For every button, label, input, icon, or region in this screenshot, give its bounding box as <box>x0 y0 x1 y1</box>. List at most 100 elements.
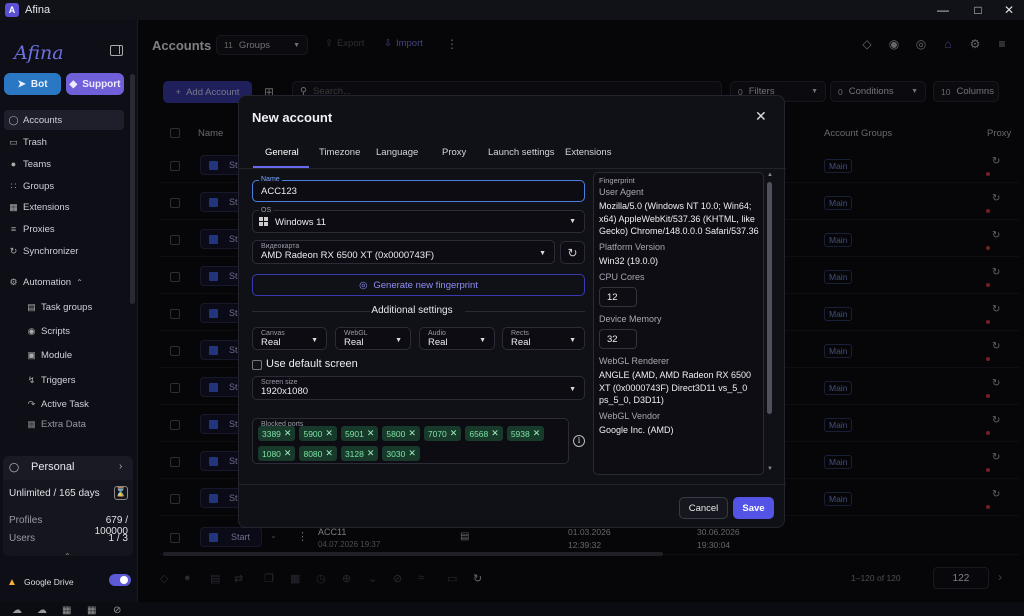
default-screen-label: Use default screen <box>266 358 358 370</box>
remove-port-icon[interactable]: ✕ <box>408 428 416 439</box>
tab-language[interactable]: Language <box>376 147 418 158</box>
remove-port-icon[interactable]: ✕ <box>284 448 292 459</box>
sidebar-item-teams[interactable]: ● Teams <box>4 154 124 174</box>
screen-size-select[interactable]: Screen size 1920x1080 ▼ <box>252 376 585 400</box>
scroll-down-icon[interactable]: ▼ <box>767 466 773 472</box>
fingerprint-icon: ◎ <box>359 279 368 291</box>
sidebar-item-triggers[interactable]: ↯ Triggers <box>22 370 124 390</box>
tab-proxy[interactable]: Proxy <box>442 147 466 158</box>
webgl-vendor-label: WebGL Vendor <box>599 411 661 421</box>
cancel-button[interactable]: Cancel <box>679 497 728 519</box>
info-icon[interactable]: i <box>573 435 585 447</box>
sidebar-scrollbar[interactable] <box>130 74 135 304</box>
tab-timezone[interactable]: Timezone <box>319 147 360 158</box>
screen-size-label: Screen size <box>261 379 298 386</box>
tab-extensions[interactable]: Extensions <box>565 147 611 158</box>
cloud-download-icon[interactable]: ☁ <box>37 605 47 616</box>
sidebar-item-active-task[interactable]: ↷ Active Task <box>22 394 124 414</box>
user-agent-value: Mozilla/5.0 (Windows NT 10.0; Win64; x64… <box>599 201 759 236</box>
fingerprint-title: Fingerprint <box>599 176 635 185</box>
remove-port-icon[interactable]: ✕ <box>284 428 292 439</box>
name-value: ACC123 <box>261 186 297 197</box>
port-chip: 1080 ✕ <box>258 446 296 461</box>
cloud-off-icon[interactable]: ⊘ <box>113 605 121 616</box>
rects-select[interactable]: Rects Real ▼ <box>502 327 585 350</box>
chevron-down-icon: ▼ <box>539 250 546 257</box>
tab-launch-settings[interactable]: Launch settings <box>488 147 555 158</box>
webgl-select[interactable]: WebGL Real ▼ <box>335 327 411 350</box>
name-label: Name <box>259 176 282 183</box>
remove-port-icon[interactable]: ✕ <box>367 428 375 439</box>
remove-port-icon[interactable]: ✕ <box>325 428 333 439</box>
webgl-vendor-value: Google Inc. (AMD) <box>599 425 674 435</box>
profiles-label: Profiles <box>9 515 43 526</box>
sidebar-item-extensions[interactable]: ▦ Extensions <box>4 197 124 217</box>
gpu-select[interactable]: Видеокарта AMD Radeon RX 6500 XT (0x0000… <box>252 240 555 264</box>
sidebar-item-module[interactable]: ▣ Module <box>22 345 124 365</box>
remove-port-icon[interactable]: ✕ <box>367 448 375 459</box>
chevron-up-icon: ⌃ <box>76 277 83 287</box>
sidebar-item-trash[interactable]: ▭ Trash <box>4 132 124 152</box>
sidebar-item-automation[interactable]: ⚙ Automation ⌃ <box>4 272 124 292</box>
folder-sync-icon[interactable]: ▦ <box>87 605 96 616</box>
sidebar-item-proxies[interactable]: ≡ Proxies <box>4 219 124 239</box>
os-select[interactable]: OS Windows 11 ▼ <box>252 207 585 233</box>
minimize-button[interactable]: — <box>926 0 960 20</box>
modal-footer-divider <box>239 484 786 485</box>
cloud-upload-icon[interactable]: ☁ <box>12 605 22 616</box>
remove-port-icon[interactable]: ✕ <box>325 448 333 459</box>
chevron-down-icon: ▼ <box>569 337 576 344</box>
module-icon: ▣ <box>27 349 36 360</box>
sidebar-item-accounts[interactable]: ◯ Accounts <box>4 110 124 130</box>
remove-port-icon[interactable]: ✕ <box>533 428 541 439</box>
trash-icon: ▭ <box>9 136 18 147</box>
plan-header[interactable]: ◯ Personal › <box>3 456 133 480</box>
audio-select[interactable]: Audio Real ▼ <box>419 327 495 350</box>
brand-logo: Afina <box>14 42 64 64</box>
task-groups-icon: ▤ <box>27 301 36 312</box>
default-screen-checkbox[interactable] <box>252 360 262 370</box>
canvas-select[interactable]: Canvas Real ▼ <box>252 327 327 350</box>
name-input[interactable]: Name ACC123 <box>252 176 585 202</box>
tab-general[interactable]: General <box>265 147 299 158</box>
sidebar-item-task-groups[interactable]: ▤ Task groups <box>22 297 124 317</box>
collapse-sidebar-icon[interactable] <box>110 45 123 56</box>
sidebar-item-extra-data[interactable]: ▦ Extra Data <box>22 417 124 431</box>
bot-button[interactable]: ➤ Bot <box>4 73 61 95</box>
regenerate-gpu-button[interactable]: ↻ <box>560 241 585 264</box>
active-tab-indicator <box>253 166 309 168</box>
port-chip: 5938 ✕ <box>506 426 545 441</box>
windows-icon <box>259 217 268 226</box>
maximize-button[interactable]: □ <box>961 0 995 20</box>
sidebar-item-groups[interactable]: ∷ Groups <box>4 176 124 196</box>
remove-port-icon[interactable]: ✕ <box>408 448 416 459</box>
os-value: Windows 11 <box>275 217 327 228</box>
github-icon: ◉ <box>27 325 36 336</box>
chevron-down-icon: ▼ <box>569 218 576 225</box>
users-label: Users <box>9 533 36 544</box>
generate-fingerprint-button[interactable]: ◎ Generate new fingerprint <box>252 274 585 296</box>
plan-name: Personal <box>31 461 75 473</box>
fingerprint-scrollbar[interactable]: ▲ ▼ <box>765 172 774 475</box>
device-memory-input[interactable]: 32 <box>599 329 637 349</box>
folder-icon[interactable]: ▦ <box>62 605 71 616</box>
google-drive-toggle[interactable] <box>109 574 131 586</box>
close-window-button[interactable]: ✕ <box>992 0 1024 20</box>
support-button[interactable]: ◆ Support <box>66 73 124 95</box>
remove-port-icon[interactable]: ✕ <box>450 428 458 439</box>
fingerprint-scroll-thumb[interactable] <box>767 182 772 414</box>
cpu-cores-input[interactable]: 12 <box>599 287 637 307</box>
telegram-icon: ➤ <box>17 78 26 90</box>
hourglass-icon: ⌛ <box>114 486 128 500</box>
webgl-renderer-label: WebGL Renderer <box>599 356 670 366</box>
blocked-ports-input[interactable]: Blocked ports 3389 ✕ 5900 ✕ 5901 ✕ 5800 ✕ 7070 ✕ 6… <box>252 418 569 464</box>
scroll-up-icon[interactable]: ▲ <box>767 172 773 178</box>
remove-port-icon[interactable]: ✕ <box>491 428 499 439</box>
user-circle-icon: ◯ <box>8 114 19 125</box>
sidebar-item-scripts[interactable]: ◉ Scripts <box>22 321 124 341</box>
sidebar-item-synchronizer[interactable]: ↻ Synchronizer <box>4 241 124 261</box>
close-icon[interactable]: ✕ <box>755 108 767 125</box>
puzzle-icon: ▦ <box>9 201 18 212</box>
save-button[interactable]: Save <box>733 497 774 519</box>
chevron-down-icon: ▼ <box>395 337 402 344</box>
